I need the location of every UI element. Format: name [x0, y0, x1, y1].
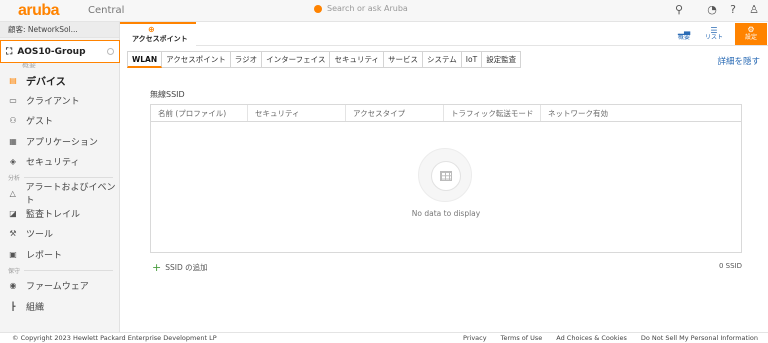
group-selector[interactable]: ⛶ AOS10-Group — [0, 40, 120, 63]
column-header-enabled[interactable]: ネットワーク有効 — [541, 105, 741, 121]
tab-interfaces[interactable]: インターフェイス — [262, 51, 331, 68]
customer-label[interactable]: 顧客: NetworkSol... — [0, 22, 119, 38]
column-header-name[interactable]: 名前 (プロファイル) — [151, 105, 248, 121]
search-icon — [314, 4, 322, 13]
top-bar: aruba Central Search or ask Aruba ⚲ ◔ ? … — [0, 0, 768, 22]
privacy-link[interactable]: Privacy — [463, 333, 487, 343]
sidebar-item-label: クライアント — [26, 97, 80, 108]
list-view-button[interactable]: ☰ リスト — [705, 26, 724, 42]
group-icon: ⛶ — [6, 46, 13, 57]
summary-view-button[interactable]: ▁▃ 概要 — [675, 26, 693, 42]
hide-details-link[interactable]: 詳細を隠す — [717, 55, 760, 67]
empty-table-icon — [418, 148, 472, 202]
firmware-icon: ◉ — [9, 281, 17, 291]
sidebar-item-reports[interactable]: ▣ レポート — [0, 244, 119, 264]
column-header-access-type[interactable]: アクセスタイプ — [346, 105, 444, 121]
empty-message: No data to display — [411, 209, 481, 218]
device-icon: ▤ — [9, 75, 17, 85]
sidebar-item-clients[interactable]: ▭ クライアント — [0, 90, 119, 110]
ssid-count: 0 SSID — [718, 262, 742, 270]
tab-iot[interactable]: IoT — [461, 51, 483, 68]
column-header-security[interactable]: セキュリティ — [248, 105, 346, 121]
user-icon[interactable]: ♙ — [748, 3, 760, 16]
shield-icon: ◈ — [9, 157, 17, 167]
plus-icon: + — [152, 260, 162, 274]
product-name: Central — [88, 5, 125, 16]
report-icon: ▣ — [9, 249, 17, 259]
copyright: © Copyright 2023 Hewlett Packard Enterpr… — [12, 334, 217, 342]
access-point-icon: ⊕ — [148, 25, 155, 34]
bell-icon: △ — [9, 188, 16, 198]
list-icon: ☰ — [710, 26, 718, 35]
settings-button[interactable]: ⚙ 設定 — [735, 23, 767, 45]
table-grid-icon — [440, 171, 452, 181]
tab-wlan[interactable]: WLAN — [127, 51, 163, 68]
tab-services[interactable]: サービス — [384, 51, 424, 68]
tab-radios[interactable]: ラジオ — [230, 51, 263, 68]
sidebar-item-audit[interactable]: ◪ 監査トレイル — [0, 203, 119, 223]
sidebar-item-label: ツール — [26, 230, 54, 241]
tab-system[interactable]: システム — [423, 51, 462, 68]
terms-link[interactable]: Terms of Use — [501, 333, 543, 343]
tab-config-audit[interactable]: 設定監査 — [482, 51, 522, 68]
org-icon: ┣ — [10, 301, 16, 311]
summary-label: 概要 — [677, 34, 690, 41]
tab-access-points[interactable]: アクセスポイント — [162, 51, 231, 68]
sidebar-item-label: 監査トレイル — [26, 210, 81, 221]
sidebar-item-label: セキュリティ — [26, 158, 80, 169]
sidebar-item-devices[interactable]: ▤ デバイス — [0, 70, 119, 90]
aruba-logo[interactable]: aruba — [18, 3, 60, 19]
sidebar-item-label: ゲスト — [26, 117, 54, 128]
search-icon[interactable]: ⚲ — [673, 3, 685, 16]
sidebar-item-label: アプリケーション — [26, 137, 98, 148]
sidebar-item-applications[interactable]: ▦ アプリケーション — [0, 131, 119, 151]
add-ssid-button[interactable]: + SSID の追加 — [152, 262, 208, 273]
tab-security[interactable]: セキュリティ — [330, 51, 385, 68]
context-tab-access-points[interactable]: ⊕ アクセスポイント — [120, 22, 196, 46]
table-header: 名前 (プロファイル) セキュリティ アクセスタイプ トラフィック転送モード ネ… — [151, 105, 741, 122]
sidebar-item-label: ファームウェア — [26, 282, 89, 293]
sidebar-item-label: レポート — [26, 250, 63, 261]
sidebar-item-overview[interactable]: 概要 — [0, 63, 119, 70]
bar-chart-icon: ▁▃ — [677, 26, 691, 35]
sidebar-item-organization[interactable]: ┣ 組織 — [0, 296, 119, 316]
settings-label: 設定 — [744, 34, 757, 41]
grid-icon: ▦ — [9, 136, 17, 146]
wrench-icon: ⚒ — [9, 229, 17, 239]
audit-icon: ◪ — [9, 209, 17, 219]
search-box[interactable]: Search or ask Aruba — [314, 4, 408, 13]
footer: © Copyright 2023 Hewlett Packard Enterpr… — [0, 332, 768, 343]
sidebar-item-alerts[interactable]: △ アラートおよびイベント — [0, 183, 119, 207]
sidebar-item-guest[interactable]: ⚇ ゲスト — [0, 111, 119, 131]
laptop-icon: ▭ — [9, 96, 17, 106]
group-name: AOS10-Group — [17, 46, 86, 57]
ssid-table: 名前 (プロファイル) セキュリティ アクセスタイプ トラフィック転送モード ネ… — [150, 104, 742, 253]
sidebar: 顧客: NetworkSol... ⛶ AOS10-Group 概要 ▤ デバイ… — [0, 22, 120, 332]
bell-icon[interactable]: ◔ — [706, 3, 718, 16]
top-icons: ⚲ ◔ ? ♙ — [673, 3, 760, 16]
list-label: リスト — [705, 34, 724, 41]
search-placeholder: Search or ask Aruba — [327, 4, 408, 13]
sidebar-item-label: アラートおよびイベント — [25, 183, 116, 207]
do-not-sell-link[interactable]: Do Not Sell My Personal Information — [641, 333, 758, 343]
ad-choices-link[interactable]: Ad Choices & Cookies — [556, 333, 627, 343]
gear-icon: ⚙ — [747, 25, 755, 34]
sidebar-item-label: 組織 — [26, 302, 45, 313]
config-tabs: WLAN アクセスポイント ラジオ インターフェイス セキュリティ サービス シ… — [127, 51, 522, 68]
view-switcher: ▁▃ 概要 ☰ リスト ⚙ 設定 — [675, 22, 768, 46]
sidebar-item-tools[interactable]: ⚒ ツール — [0, 224, 119, 244]
group-status-icon — [107, 48, 114, 55]
context-bar: ⊕ アクセスポイント ▁▃ 概要 ☰ リスト ⚙ 設定 — [120, 22, 768, 46]
column-header-forwarding-mode[interactable]: トラフィック転送モード — [444, 105, 541, 121]
add-ssid-label: SSID の追加 — [165, 263, 208, 272]
sidebar-item-label: デバイス — [26, 76, 66, 88]
section-title: 無線SSID — [150, 90, 185, 99]
footer-links: Privacy Terms of Use Ad Choices & Cookie… — [463, 333, 758, 343]
users-icon: ⚇ — [9, 116, 17, 126]
context-tab-label: アクセスポイント — [132, 35, 188, 43]
sidebar-item-security[interactable]: ◈ セキュリティ — [0, 152, 119, 172]
section-maintenance: 保守 — [0, 265, 119, 276]
sidebar-item-firmware[interactable]: ◉ ファームウェア — [0, 276, 119, 296]
help-icon[interactable]: ? — [727, 3, 739, 16]
